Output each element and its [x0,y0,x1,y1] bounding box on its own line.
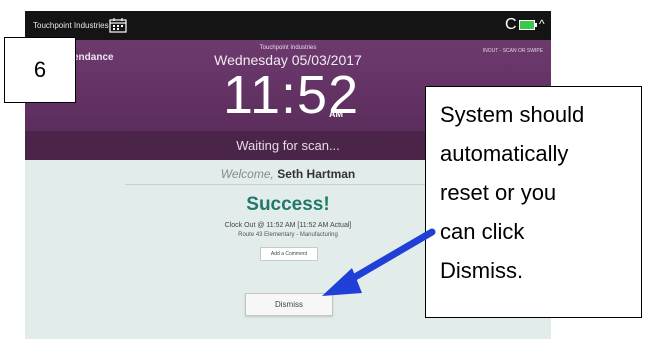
note-line: Dismiss. [440,258,524,283]
chevron-up-icon[interactable]: ^ [539,17,545,31]
instruction-callout: System should automatically reset or you… [425,86,642,318]
note-line: reset or you [440,180,557,205]
refresh-icon[interactable]: C [505,17,517,33]
note-line: automatically [440,141,569,166]
divider [125,184,451,185]
step-number-callout: 6 [4,37,76,103]
top-bar: Touchpoint Industries C ^ [25,11,551,40]
add-comment-button[interactable]: Add a Comment [260,247,318,261]
battery-icon [519,20,537,30]
note-line: System should [440,102,585,127]
dismiss-button[interactable]: Dismiss [245,293,333,316]
company-name: Touchpoint Industries [259,45,317,51]
am-pm-indicator: AM [329,109,343,119]
app-name: Touchpoint Industries [33,21,109,30]
calendar-icon[interactable] [109,17,127,33]
user-name: Seth Hartman [277,167,356,181]
note-line: can click [440,219,525,244]
welcome-prefix: Welcome, [220,167,274,181]
